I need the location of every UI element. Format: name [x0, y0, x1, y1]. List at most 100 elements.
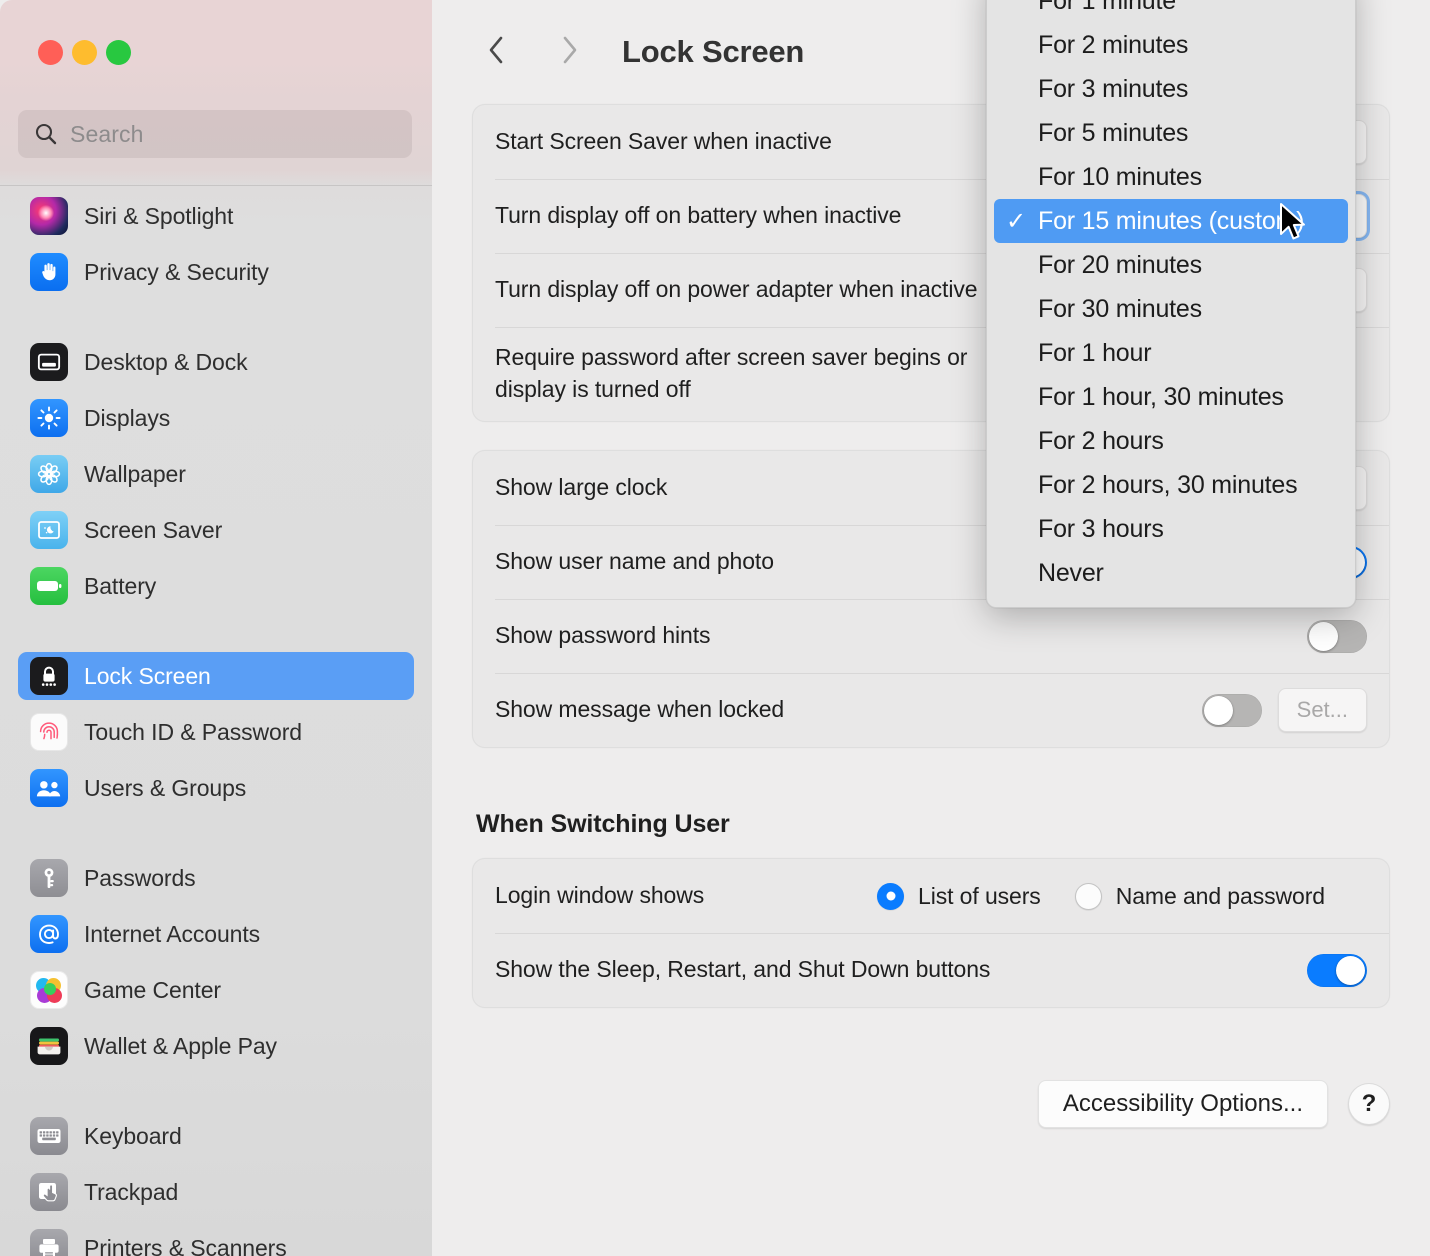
- radio-label: Name and password: [1115, 882, 1325, 909]
- sidebar-item-displays[interactable]: Displays: [18, 394, 414, 442]
- trackpad-icon: [30, 1173, 68, 1211]
- row-show-sleep-restart-shutdown: Show the Sleep, Restart, and Shut Down b…: [473, 933, 1389, 1007]
- checkmark-icon: ✓: [994, 339, 1038, 368]
- flower-icon: [30, 455, 68, 493]
- checkmark-icon: ✓: [994, 559, 1038, 588]
- menu-item-for-3-hours[interactable]: ✓ For 3 hours: [994, 507, 1348, 551]
- sidebar-item-internet-accounts[interactable]: Internet Accounts: [18, 910, 414, 958]
- sidebar-item-wallpaper[interactable]: Wallpaper: [18, 450, 414, 498]
- menu-item-for-2-hours[interactable]: ✓ For 2 hours: [994, 419, 1348, 463]
- battery-icon: [30, 567, 68, 605]
- menu-item-for-1-hour[interactable]: ✓ For 1 hour: [994, 331, 1348, 375]
- sidebar-item-privacy-security[interactable]: Privacy & Security: [18, 248, 414, 296]
- chevron-right-icon: [557, 33, 581, 72]
- menu-item-for-15-minutes-custom[interactable]: ✓ For 15 minutes (custom): [994, 199, 1348, 243]
- sidebar-item-wallet-apple-pay[interactable]: Wallet & Apple Pay: [18, 1022, 414, 1070]
- section-heading-when-switching-user: When Switching User: [476, 810, 730, 838]
- menu-item-label: For 15 minutes (custom): [1038, 206, 1305, 235]
- sidebar-item-label: Trackpad: [84, 1178, 179, 1205]
- radio-button[interactable]: [1074, 882, 1102, 910]
- brightness-icon: [30, 399, 68, 437]
- menu-item-never[interactable]: ✓ Never: [994, 551, 1348, 595]
- menu-item-label: For 1 hour: [1038, 338, 1152, 367]
- system-settings-window: Search Siri & Spotlight Privacy & Securi…: [0, 0, 1430, 1256]
- row-label: Show the Sleep, Restart, and Shut Down b…: [495, 956, 991, 983]
- sidebar-item-users-groups[interactable]: Users & Groups: [18, 764, 414, 812]
- sidebar-item-label: Lock Screen: [84, 662, 211, 689]
- users-icon: [30, 769, 68, 807]
- show-message-when-locked-toggle[interactable]: [1201, 693, 1262, 727]
- menu-item-label: For 2 hours, 30 minutes: [1038, 470, 1298, 499]
- sidebar-item-touch-id-password[interactable]: Touch ID & Password: [18, 708, 414, 756]
- menu-item-for-2-hours-30-minutes[interactable]: ✓ For 2 hours, 30 minutes: [994, 463, 1348, 507]
- radio-option-name-and-password[interactable]: Name and password: [1074, 882, 1325, 910]
- menu-item-label: For 1 hour, 30 minutes: [1038, 382, 1284, 411]
- sidebar-item-keyboard[interactable]: Keyboard: [18, 1112, 414, 1160]
- sidebar-item-printers-scanners[interactable]: Printers & Scanners: [18, 1224, 414, 1256]
- checkmark-icon: ✓: [994, 31, 1038, 60]
- sidebar-item-desktop-dock[interactable]: Desktop & Dock: [18, 338, 414, 386]
- menu-item-for-1-hour-30-minutes[interactable]: ✓ For 1 hour, 30 minutes: [994, 375, 1348, 419]
- traffic-lights: [38, 40, 131, 65]
- accessibility-options-button[interactable]: Accessibility Options...: [1037, 1080, 1328, 1128]
- checkmark-icon: ✓: [994, 427, 1038, 456]
- sidebar-item-label: Siri & Spotlight: [84, 202, 234, 229]
- checkmark-icon: ✓: [994, 515, 1038, 544]
- set-message-button[interactable]: Set...: [1277, 688, 1367, 732]
- forward-button[interactable]: [544, 27, 594, 77]
- row-label: Show password hints: [495, 622, 711, 649]
- menu-item-label: For 5 minutes: [1038, 118, 1189, 147]
- menu-item-label: For 3 minutes: [1038, 74, 1189, 103]
- sidebar-item-battery[interactable]: Battery: [18, 562, 414, 610]
- key-icon: [30, 859, 68, 897]
- checkmark-icon: ✓: [994, 163, 1038, 192]
- menu-item-label: For 3 hours: [1038, 514, 1164, 543]
- menu-item-for-10-minutes[interactable]: ✓ For 10 minutes: [994, 155, 1348, 199]
- sidebar-item-game-center[interactable]: Game Center: [18, 966, 414, 1014]
- sidebar-item-lock-screen[interactable]: Lock Screen: [18, 652, 414, 700]
- sleep-restart-shutdown-toggle[interactable]: [1307, 953, 1367, 987]
- row-login-window-shows: Login window shows List of users Name an…: [473, 859, 1389, 933]
- checkmark-icon: ✓: [994, 251, 1038, 280]
- toggle-knob: [1309, 621, 1338, 651]
- sidebar-item-passwords[interactable]: Passwords: [18, 854, 414, 902]
- radio-option-list-of-users[interactable]: List of users: [877, 882, 1041, 910]
- search-icon: [34, 122, 58, 146]
- back-button[interactable]: [472, 27, 522, 77]
- sidebar-item-label: Internet Accounts: [84, 920, 261, 947]
- sidebar-item-label: Battery: [84, 572, 157, 599]
- menu-item-for-3-minutes[interactable]: ✓ For 3 minutes: [994, 67, 1348, 111]
- sidebar-item-siri-spotlight[interactable]: Siri & Spotlight: [18, 192, 414, 240]
- toggle-knob: [1203, 695, 1233, 725]
- require-password-delay-menu[interactable]: ✓ For 1 minute ✓ For 2 minutes ✓ For 3 m…: [986, 0, 1356, 608]
- game-center-icon: [30, 971, 68, 1009]
- menu-item-for-1-minute[interactable]: ✓ For 1 minute: [994, 0, 1348, 23]
- search-input[interactable]: Search: [18, 110, 412, 158]
- checkmark-icon: ✓: [994, 75, 1038, 104]
- menu-item-label: For 30 minutes: [1038, 294, 1202, 323]
- radio-button[interactable]: [877, 882, 904, 910]
- desktop-dock-icon: [30, 343, 68, 381]
- sidebar-item-label: Keyboard: [84, 1122, 182, 1149]
- search-placeholder: Search: [70, 120, 144, 147]
- show-password-hints-toggle[interactable]: [1307, 619, 1367, 653]
- row-show-password-hints: Show password hints: [473, 599, 1389, 673]
- close-button[interactable]: [38, 40, 63, 65]
- menu-item-for-20-minutes[interactable]: ✓ For 20 minutes: [994, 243, 1348, 287]
- menu-item-for-30-minutes[interactable]: ✓ For 30 minutes: [994, 287, 1348, 331]
- menu-item-for-2-minutes[interactable]: ✓ For 2 minutes: [994, 23, 1348, 67]
- sidebar: Search Siri & Spotlight Privacy & Securi…: [0, 0, 432, 1256]
- sidebar-item-screen-saver[interactable]: Screen Saver: [18, 506, 414, 554]
- sidebar-item-label: Printers & Scanners: [84, 1234, 287, 1256]
- bottom-button-bar: Accessibility Options... ?: [1037, 1080, 1390, 1128]
- zoom-button[interactable]: [106, 40, 131, 65]
- sidebar-item-trackpad[interactable]: Trackpad: [18, 1168, 414, 1216]
- lock-icon: [30, 657, 68, 695]
- hand-raised-icon: [30, 253, 68, 291]
- help-button[interactable]: ?: [1348, 1083, 1390, 1125]
- minimize-button[interactable]: [72, 40, 97, 65]
- menu-item-for-5-minutes[interactable]: ✓ For 5 minutes: [994, 111, 1348, 155]
